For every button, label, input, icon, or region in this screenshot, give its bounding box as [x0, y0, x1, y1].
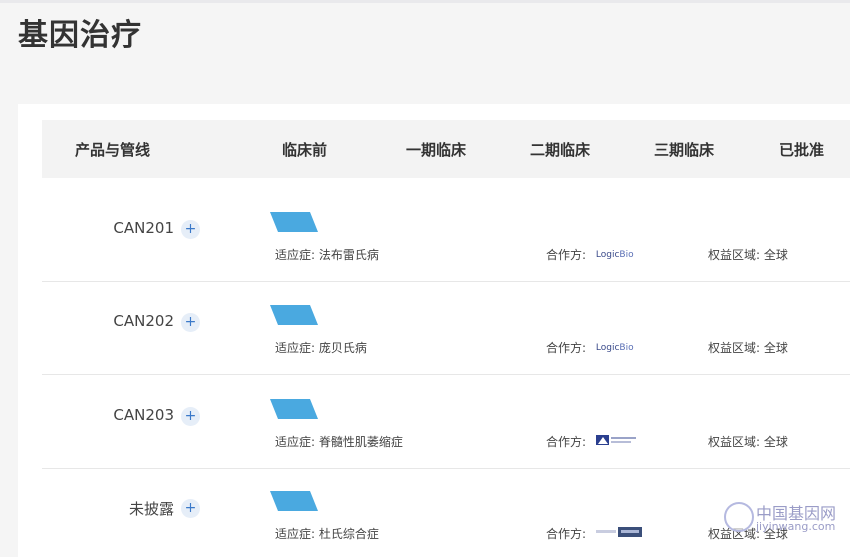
partner: 合作方: LogicBio	[546, 246, 634, 263]
stage-progress-bar	[270, 305, 318, 325]
logicbio-logo: LogicBio	[595, 249, 634, 260]
product-name: CAN202	[113, 312, 174, 330]
indication-text: 适应症: 杜氏综合症	[275, 527, 379, 541]
partner-logo-icon	[595, 526, 644, 541]
stage-progress-bar	[270, 212, 318, 232]
table-row: CAN201 + 适应症: 法布雷氏病 合作方: LogicBio 权益区域: …	[42, 189, 850, 282]
rights-region: 权益区域: 全球	[708, 341, 788, 355]
header-phase2: 二期临床	[530, 141, 591, 159]
logicbio-logo: LogicBio	[595, 342, 634, 353]
indication-text: 适应症: 法布雷氏病	[275, 248, 379, 262]
partner: 合作方:	[546, 525, 644, 542]
table-row: CAN202 + 适应症: 庞贝氏病 合作方: LogicBio 权益区域: 全…	[42, 282, 850, 375]
product-name: 未披露	[128, 500, 174, 518]
header-phase3: 三期临床	[654, 141, 715, 159]
partner: 合作方:	[546, 433, 638, 450]
partner-label: 合作方:	[546, 341, 587, 355]
partner-label: 合作方:	[546, 248, 587, 262]
expand-button[interactable]: +	[181, 407, 200, 426]
rights-region: 权益区域: 全球	[708, 248, 788, 262]
stage-progress-bar	[270, 399, 318, 419]
partner-label: 合作方:	[546, 435, 587, 449]
top-divider	[0, 0, 850, 3]
header-preclinical: 临床前	[282, 141, 328, 159]
watermark: 中国基因网 jiyinwang.com	[722, 500, 850, 557]
table-row: CAN203 + 适应症: 脊髓性肌萎缩症 合作方: 权益区域: 全球	[42, 376, 850, 469]
partner: 合作方: LogicBio	[546, 339, 634, 356]
stage-progress-bar	[270, 491, 318, 511]
product-name: CAN201	[113, 219, 174, 237]
expand-button[interactable]: +	[181, 220, 200, 239]
indication-text: 适应症: 庞贝氏病	[275, 341, 367, 355]
pipeline-card: 产品与管线 临床前 一期临床 二期临床 三期临床 已批准 CAN201 + 适应…	[18, 104, 850, 557]
expand-button[interactable]: +	[181, 499, 200, 518]
header-phase1: 一期临床	[406, 141, 467, 159]
watermark-url: jiyinwang.com	[756, 520, 836, 533]
partner-logo-icon	[595, 434, 638, 449]
header-product: 产品与管线	[75, 141, 151, 159]
partner-label: 合作方:	[546, 527, 587, 541]
table-header: 产品与管线 临床前 一期临床 二期临床 三期临床 已批准	[42, 120, 850, 178]
rights-region: 权益区域: 全球	[708, 435, 788, 449]
expand-button[interactable]: +	[181, 313, 200, 332]
header-approved: 已批准	[779, 141, 825, 159]
watermark-logo-icon	[724, 502, 754, 532]
product-name: CAN203	[113, 406, 174, 424]
indication-text: 适应症: 脊髓性肌萎缩症	[275, 435, 403, 449]
page-title: 基因治疗	[18, 18, 142, 53]
